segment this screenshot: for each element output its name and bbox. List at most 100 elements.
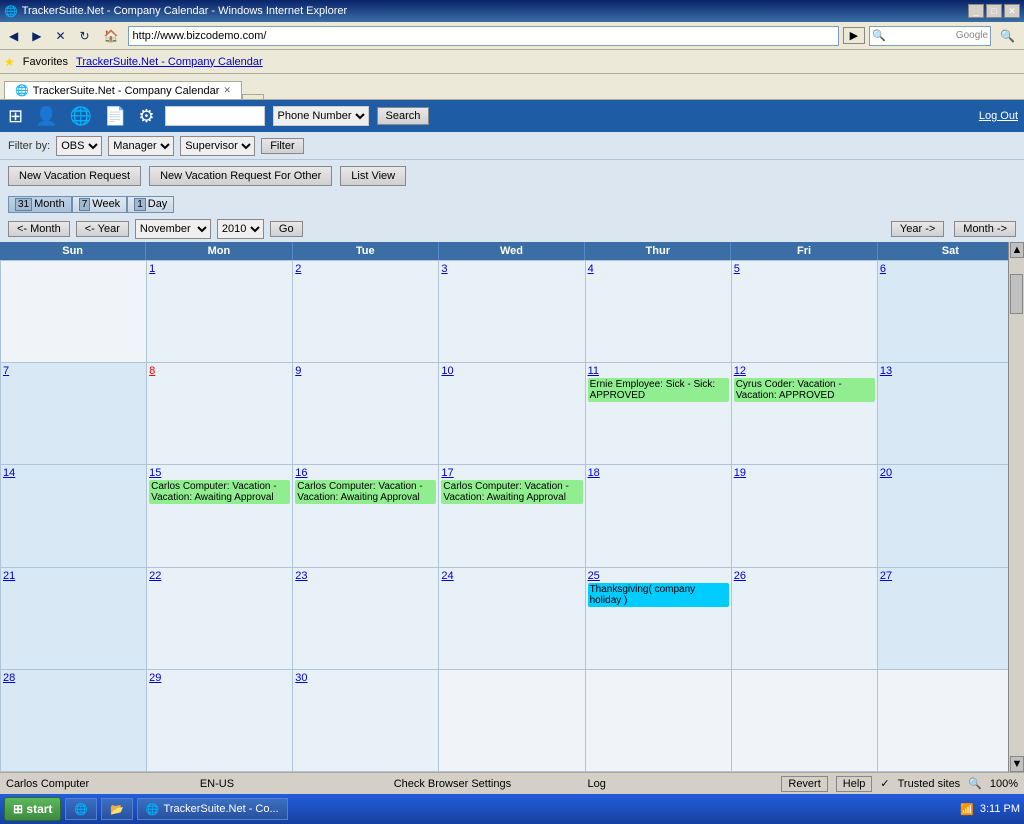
date-number[interactable]: 13 [880, 365, 1021, 377]
date-number[interactable]: 26 [734, 570, 875, 582]
date-number[interactable]: 20 [880, 467, 1021, 479]
date-number[interactable]: 15 [149, 467, 290, 479]
calendar-cell: 13 [878, 363, 1024, 465]
year-select[interactable]: 20082009201020112012 [217, 219, 264, 239]
toolbar-icon-settings[interactable]: ⚙ [136, 104, 156, 129]
new-vacation-request-other-button[interactable]: New Vacation Request For Other [149, 166, 332, 186]
date-number[interactable]: 27 [880, 570, 1021, 582]
ie-search-input[interactable] [886, 30, 956, 42]
calendar-cell: 24 [439, 568, 585, 670]
active-tab[interactable]: 🌐 TrackerSuite.Net - Company Calendar ✕ [4, 81, 242, 99]
date-number[interactable]: 17 [441, 467, 582, 479]
search-type-select[interactable]: Phone Number Email Name [273, 106, 369, 126]
calendar-cell [878, 670, 1024, 772]
calendar-cell: 7 [1, 363, 147, 465]
list-view-button[interactable]: List View [340, 166, 406, 186]
date-number[interactable]: 9 [295, 365, 436, 377]
date-number[interactable]: 25 [588, 570, 729, 582]
date-number[interactable]: 14 [3, 467, 144, 479]
month-view-button[interactable]: 31 Month [8, 196, 72, 213]
date-number[interactable]: 22 [149, 570, 290, 582]
week-view-button[interactable]: 7 Week [72, 196, 127, 213]
toolbar-icon-home[interactable]: ⊞ [6, 104, 25, 129]
date-number[interactable]: 28 [3, 672, 144, 684]
revert-button[interactable]: Revert [781, 776, 827, 792]
tab-close-icon[interactable]: ✕ [223, 85, 231, 96]
new-tab[interactable] [242, 94, 264, 99]
calendar-event[interactable]: Carlos Computer: Vacation - Vacation: Aw… [441, 480, 582, 504]
close-button[interactable]: ✕ [1004, 4, 1020, 18]
view-toggle-bar: 31 Month 7 Week 1 Day [0, 192, 1024, 216]
new-vacation-request-button[interactable]: New Vacation Request [8, 166, 141, 186]
zoom-level: 100% [990, 778, 1018, 790]
calendar-cell: 10 [439, 363, 585, 465]
date-number[interactable]: 12 [734, 365, 875, 377]
help-button[interactable]: Help [836, 776, 873, 792]
address-bar[interactable] [128, 26, 839, 46]
cal-header-wed: Wed [439, 242, 585, 260]
date-number[interactable]: 21 [3, 570, 144, 582]
date-number[interactable]: 8 [149, 365, 290, 377]
calendar-event[interactable]: Cyrus Coder: Vacation - Vacation: APPROV… [734, 378, 875, 402]
scrollbar-thumb[interactable] [1010, 274, 1023, 314]
calendar-event[interactable]: Carlos Computer: Vacation - Vacation: Aw… [295, 480, 436, 504]
prev-month-button[interactable]: <- Month [8, 221, 70, 237]
next-month-button[interactable]: Month -> [954, 221, 1016, 237]
date-number[interactable]: 24 [441, 570, 582, 582]
prev-year-button[interactable]: <- Year [76, 221, 129, 237]
date-number[interactable]: 5 [734, 263, 875, 275]
day-view-button[interactable]: 1 Day [127, 196, 174, 213]
calendar-event[interactable]: Carlos Computer: Vacation - Vacation: Aw… [149, 480, 290, 504]
logout-button[interactable]: Log Out [979, 110, 1018, 122]
date-number[interactable]: 16 [295, 467, 436, 479]
month-select[interactable]: JanuaryFebruaryMarchAprilMayJuneJulyAugu… [135, 219, 211, 239]
month-view-label: Month [34, 198, 65, 210]
date-number[interactable]: 23 [295, 570, 436, 582]
scrollbar[interactable]: ▲ ▼ [1008, 242, 1024, 772]
calendar-cell [1, 261, 147, 363]
toolbar-icon-docs[interactable]: 📄 [102, 104, 128, 129]
supervisor-select[interactable]: Supervisor [180, 136, 255, 156]
back-button[interactable]: ◀ [4, 26, 23, 46]
toolbar-icon-globe[interactable]: 🌐 [68, 104, 94, 129]
search-button[interactable]: Search [377, 107, 430, 125]
taskbar-ie-icon[interactable]: 🌐 [65, 798, 97, 820]
date-number[interactable]: 11 [588, 365, 729, 377]
calendar-cell: 11Ernie Employee: Sick - Sick: APPROVED [586, 363, 732, 465]
date-number[interactable]: 2 [295, 263, 436, 275]
go-nav-button[interactable]: Go [270, 221, 303, 237]
date-number[interactable]: 3 [441, 263, 582, 275]
date-number[interactable]: 6 [880, 263, 1021, 275]
search-button-ie[interactable]: 🔍 [995, 26, 1020, 46]
forward-button[interactable]: ▶ [27, 26, 46, 46]
home-button[interactable]: 🏠 [99, 26, 124, 46]
stop-button[interactable]: ✕ [50, 26, 70, 46]
toolbar-icon-user[interactable]: 👤 [33, 104, 59, 129]
next-year-button[interactable]: Year -> [891, 221, 944, 237]
date-number[interactable]: 1 [149, 263, 290, 275]
maximize-button[interactable]: □ [986, 4, 1002, 18]
go-button[interactable]: ▶ [843, 27, 865, 44]
date-number[interactable]: 30 [295, 672, 436, 684]
date-number[interactable]: 4 [588, 263, 729, 275]
date-number[interactable]: 7 [3, 365, 144, 377]
calendar-event[interactable]: Thanksgiving( company holiday ) [588, 583, 729, 607]
taskbar-active-window[interactable]: 🌐 TrackerSuite.Net - Co... [137, 798, 288, 820]
trusted-sites-label: Trusted sites [898, 778, 961, 790]
start-button[interactable]: ⊞ start [4, 797, 61, 821]
cal-header-sun: Sun [0, 242, 146, 260]
calendar-cell: 18 [586, 465, 732, 567]
date-number[interactable]: 10 [441, 365, 582, 377]
date-number[interactable]: 19 [734, 467, 875, 479]
date-number[interactable]: 18 [588, 467, 729, 479]
filter-button[interactable]: Filter [261, 138, 303, 154]
date-number[interactable]: 29 [149, 672, 290, 684]
minimize-button[interactable]: _ [968, 4, 984, 18]
calendar-event[interactable]: Ernie Employee: Sick - Sick: APPROVED [588, 378, 729, 402]
refresh-button[interactable]: ↻ [75, 26, 95, 46]
search-input[interactable] [165, 106, 265, 126]
week-view-label: Week [92, 198, 120, 210]
obs-select[interactable]: OBS [56, 136, 102, 156]
taskbar-icon-2[interactable]: 📂 [101, 798, 133, 820]
manager-select[interactable]: Manager [108, 136, 174, 156]
